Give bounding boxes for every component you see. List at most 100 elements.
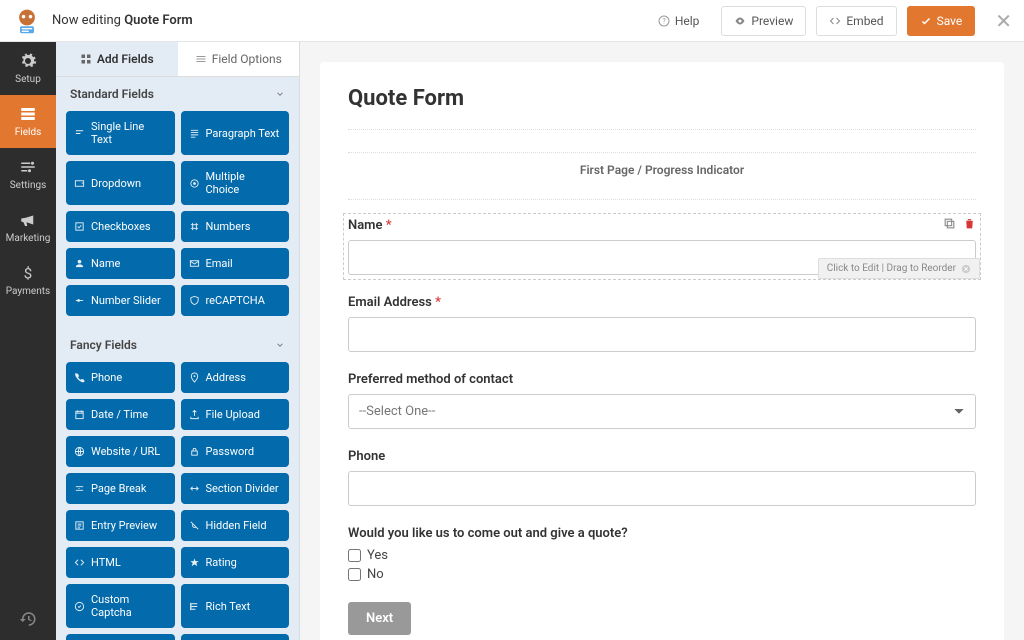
phone-icon <box>74 372 85 383</box>
field-quote-question[interactable]: Would you like us to come out and give a… <box>348 526 976 582</box>
help-button[interactable]: ? Help <box>646 7 712 35</box>
megaphone-icon <box>19 211 37 229</box>
dollar-icon: $ <box>19 264 37 282</box>
field-type-multiple-choice[interactable]: Multiple Choice <box>181 161 290 205</box>
embed-button[interactable]: Embed <box>816 6 896 36</box>
field-type-entry-preview[interactable]: Entry Preview <box>66 510 175 541</box>
duplicate-icon[interactable] <box>942 216 956 230</box>
svg-text:$: $ <box>24 264 32 282</box>
chevron-down-icon <box>275 89 285 99</box>
field-type-checkboxes[interactable]: Checkboxes <box>66 211 175 242</box>
field-name[interactable]: Name * Click to Edit | Drag to Reorder <box>348 218 976 275</box>
check-icon <box>74 221 85 232</box>
fancy-fields-head[interactable]: Fancy Fields <box>56 328 299 362</box>
field-type-dropdown[interactable]: Dropdown <box>66 161 175 205</box>
preview-icon <box>74 520 85 531</box>
delete-icon[interactable] <box>962 216 976 230</box>
nav-payments[interactable]: $ Payments <box>0 254 56 307</box>
standard-fields-head[interactable]: Standard Fields <box>56 77 299 111</box>
option-no[interactable]: No <box>348 567 976 582</box>
check-icon <box>920 15 932 27</box>
form-canvas: Quote Form First Page / Progress Indicat… <box>300 42 1024 640</box>
sliders-icon <box>19 158 37 176</box>
eye-icon <box>734 15 746 27</box>
code-icon <box>829 15 841 27</box>
code-icon <box>74 557 85 568</box>
nav-fields[interactable]: Fields <box>0 95 56 148</box>
page-indicator[interactable]: First Page / Progress Indicator <box>348 152 976 200</box>
history-icon <box>19 610 37 628</box>
next-button[interactable]: Next <box>348 602 411 635</box>
field-type-likert-scale[interactable]: Likert Scale <box>181 634 290 640</box>
field-type-name[interactable]: Name <box>66 248 175 279</box>
lock-icon <box>189 446 200 457</box>
preview-button[interactable]: Preview <box>721 6 806 36</box>
option-yes[interactable]: Yes <box>348 548 976 563</box>
field-type-hidden-field[interactable]: Hidden Field <box>181 510 290 541</box>
reorder-hint: Click to Edit | Drag to Reorder <box>818 258 980 279</box>
help-icon: ? <box>658 15 670 27</box>
field-phone[interactable]: Phone <box>348 449 976 506</box>
nav-marketing[interactable]: Marketing <box>0 201 56 254</box>
field-type-rating[interactable]: Rating <box>181 547 290 578</box>
text-icon <box>74 128 85 139</box>
nav-setup[interactable]: Setup <box>0 42 56 95</box>
nav-rail: Setup Fields Settings Marketing $ Paymen… <box>0 42 56 640</box>
save-button[interactable]: Save <box>907 6 976 36</box>
form-title[interactable]: Quote Form <box>348 86 976 130</box>
slider-icon <box>74 295 85 306</box>
field-type-password[interactable]: Password <box>181 436 290 467</box>
captcha-icon <box>74 601 85 612</box>
editing-label: Now editing Quote Form <box>52 13 193 28</box>
tab-add-fields[interactable]: Add Fields <box>56 42 178 76</box>
globe-icon <box>74 446 85 457</box>
field-type-signature[interactable]: Signature <box>66 634 175 640</box>
svg-text:?: ? <box>662 17 666 25</box>
tab-field-options[interactable]: Field Options <box>178 42 300 76</box>
field-email[interactable]: Email Address * <box>348 295 976 352</box>
field-type-file-upload[interactable]: File Upload <box>181 399 290 430</box>
contact-select[interactable]: --Select One-- <box>348 394 976 429</box>
fields-icon <box>19 105 37 123</box>
field-contact-method[interactable]: Preferred method of contact --Select One… <box>348 372 976 429</box>
field-type-phone[interactable]: Phone <box>66 362 175 393</box>
field-type-custom-captcha[interactable]: Custom Captcha <box>66 584 175 628</box>
nav-revisions[interactable] <box>0 598 56 640</box>
mail-icon <box>189 258 200 269</box>
radio-icon <box>189 178 200 189</box>
field-type-section-divider[interactable]: Section Divider <box>181 473 290 504</box>
field-type-paragraph-text[interactable]: Paragraph Text <box>181 111 290 155</box>
hidden-icon <box>189 520 200 531</box>
user-icon <box>74 258 85 269</box>
grid-icon <box>80 53 92 65</box>
close-icon[interactable] <box>961 264 971 274</box>
richtext-icon <box>189 601 200 612</box>
field-type-page-break[interactable]: Page Break <box>66 473 175 504</box>
field-type-date-time[interactable]: Date / Time <box>66 399 175 430</box>
field-type-address[interactable]: Address <box>181 362 290 393</box>
field-type-recaptcha[interactable]: reCAPTCHA <box>181 285 290 316</box>
upload-icon <box>189 409 200 420</box>
field-type-website-url[interactable]: Website / URL <box>66 436 175 467</box>
app-logo <box>12 6 42 36</box>
email-input[interactable] <box>348 317 976 352</box>
pin-icon <box>189 372 200 383</box>
nav-settings[interactable]: Settings <box>0 148 56 201</box>
field-type-rich-text[interactable]: Rich Text <box>181 584 290 628</box>
field-type-html[interactable]: HTML <box>66 547 175 578</box>
close-button[interactable]: ✕ <box>995 9 1012 33</box>
field-type-number-slider[interactable]: Number Slider <box>66 285 175 316</box>
chevron-down-icon <box>275 340 285 350</box>
dropdown-icon <box>74 178 85 189</box>
options-icon <box>195 53 207 65</box>
field-type-email[interactable]: Email <box>181 248 290 279</box>
gear-icon <box>19 52 37 70</box>
paragraph-icon <box>189 128 200 139</box>
star-icon <box>189 557 200 568</box>
hash-icon <box>189 221 200 232</box>
fields-sidebar: Add Fields Field Options Standard Fields… <box>56 42 300 640</box>
phone-input[interactable] <box>348 471 976 506</box>
field-type-numbers[interactable]: Numbers <box>181 211 290 242</box>
field-type-single-line-text[interactable]: Single Line Text <box>66 111 175 155</box>
break-icon <box>74 483 85 494</box>
